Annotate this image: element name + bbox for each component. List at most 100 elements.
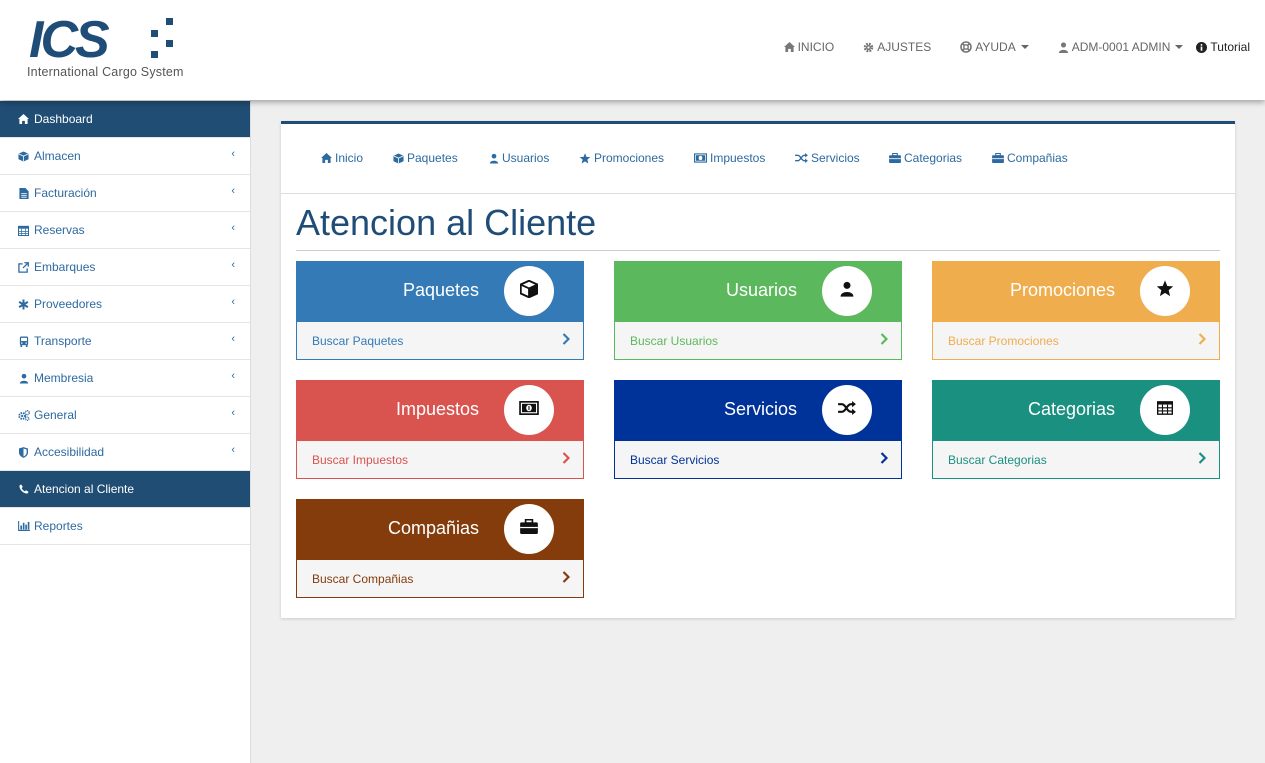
money-icon xyxy=(519,400,539,420)
card-categorias[interactable]: Categorias Buscar Categorias xyxy=(932,380,1220,479)
sidebar-item-dashboard[interactable]: Dashboard xyxy=(0,101,250,138)
home-icon xyxy=(783,42,795,52)
topnav-user-label: ADM-0001 ADMIN xyxy=(1071,40,1171,54)
chevron-right-icon xyxy=(880,451,889,469)
card-footer[interactable]: Buscar Compañias xyxy=(296,560,584,598)
card-header: Servicios xyxy=(614,380,902,441)
subnav-paquetes[interactable]: Paquetes xyxy=(393,151,458,165)
subnav-usuarios[interactable]: Usuarios xyxy=(489,151,549,165)
card-paquetes[interactable]: Paquetes Buscar Paquetes xyxy=(296,261,584,360)
card-icon-circle xyxy=(504,266,554,316)
subnav-label: Promociones xyxy=(594,151,665,165)
card-usuarios[interactable]: Usuarios Buscar Usuarios xyxy=(614,261,902,360)
logo-mark: ICS xyxy=(29,11,110,69)
topnav-user-dropdown[interactable]: ADM-0001 ADMIN xyxy=(1058,40,1184,54)
sidebar-item-accesibilidad[interactable]: Accesibilidad ‹ xyxy=(0,434,250,471)
random-icon xyxy=(795,153,808,163)
subnav-label: Compañias xyxy=(1007,151,1068,165)
sidebar-item-membresia[interactable]: Membresia ‹ xyxy=(0,360,250,397)
chevron-right-icon xyxy=(562,332,571,350)
sidebar-item-label: Membresia xyxy=(34,371,94,385)
card-icon-circle xyxy=(822,266,872,316)
card-link[interactable]: Buscar Compañias xyxy=(312,572,413,586)
card-icon-circle xyxy=(504,504,554,554)
chevron-left-icon: ‹ xyxy=(231,407,235,419)
chevron-left-icon: ‹ xyxy=(231,148,235,160)
user-icon xyxy=(1058,41,1069,53)
sidebar-item-proveedores[interactable]: Proveedores ‹ xyxy=(0,286,250,323)
cube-icon xyxy=(519,279,539,303)
bus-icon xyxy=(17,335,30,347)
sidebar: Dashboard Almacen ‹ Facturación ‹ Reserv… xyxy=(0,100,251,763)
card-impuestos[interactable]: Impuestos Buscar Impuestos xyxy=(296,380,584,479)
card-title: Impuestos xyxy=(395,399,479,419)
sidebar-item-embarques[interactable]: Embarques ‹ xyxy=(0,249,250,286)
bar-chart-icon xyxy=(17,521,30,531)
card-servicios[interactable]: Servicios Buscar Servicios xyxy=(614,380,902,479)
card-promociones[interactable]: Promociones Buscar Promociones xyxy=(932,261,1220,360)
topnav-inicio[interactable]: INICIO xyxy=(783,40,835,54)
sidebar-item-reportes[interactable]: Reportes xyxy=(0,508,250,545)
card-title: Categorias xyxy=(1027,399,1115,419)
chevron-left-icon: ‹ xyxy=(231,444,235,456)
card-link[interactable]: Buscar Paquetes xyxy=(312,334,403,348)
main-panel: Inicio Paquetes Usuarios Promociones Imp… xyxy=(281,121,1235,618)
phone-icon xyxy=(17,484,30,494)
card-title: Promociones xyxy=(1009,280,1115,300)
card-footer[interactable]: Buscar Paquetes xyxy=(296,322,584,360)
shield-icon xyxy=(17,446,30,458)
sidebar-item-almacen[interactable]: Almacen ‹ xyxy=(0,138,250,175)
card-header: Paquetes xyxy=(296,261,584,322)
subnav-servicios[interactable]: Servicios xyxy=(795,151,860,165)
cogs-icon xyxy=(17,409,30,421)
card-footer[interactable]: Buscar Promociones xyxy=(932,322,1220,360)
sidebar-item-reservas[interactable]: Reservas ‹ xyxy=(0,212,250,249)
card-header: Categorias xyxy=(932,380,1220,441)
gear-icon xyxy=(863,42,874,53)
topnav-tutorial[interactable]: Tutorial xyxy=(1196,40,1250,54)
card-link[interactable]: Buscar Impuestos xyxy=(312,453,408,467)
chevron-right-icon xyxy=(1198,332,1207,350)
card-footer[interactable]: Buscar Categorias xyxy=(932,441,1220,479)
page-title: Atencion al Cliente xyxy=(296,202,597,243)
card-header: Promociones xyxy=(932,261,1220,322)
sidebar-item-atencion-al-cliente[interactable]: Atencion al Cliente xyxy=(0,471,250,508)
card-footer[interactable]: Buscar Usuarios xyxy=(614,322,902,360)
user-icon xyxy=(489,153,499,164)
card-link[interactable]: Buscar Promociones xyxy=(948,334,1059,348)
subnav-label: Categorias xyxy=(904,151,963,165)
sidebar-item-facturacion[interactable]: Facturación ‹ xyxy=(0,175,250,212)
card-footer[interactable]: Buscar Servicios xyxy=(614,441,902,479)
brand-logo[interactable]: ICS International Cargo System xyxy=(27,14,187,84)
card-link[interactable]: Buscar Usuarios xyxy=(630,334,718,348)
sidebar-item-label: Reportes xyxy=(34,519,83,533)
sidebar-item-label: Reservas xyxy=(34,223,85,237)
card-icon-circle xyxy=(822,385,872,435)
life-ring-icon xyxy=(960,41,973,53)
subnav-impuestos[interactable]: Impuestos xyxy=(694,151,765,165)
topnav-ayuda-dropdown[interactable]: AYUDA xyxy=(960,40,1029,54)
sidebar-item-transporte[interactable]: Transporte ‹ xyxy=(0,323,250,360)
card-header: Compañias xyxy=(296,499,584,560)
subnav-companias[interactable]: Compañias xyxy=(992,151,1068,165)
subnav-categorias[interactable]: Categorias xyxy=(889,151,962,165)
topnav-ajustes[interactable]: AJUSTES xyxy=(863,40,931,54)
briefcase-icon xyxy=(992,153,1004,163)
sidebar-item-label: Proveedores xyxy=(34,297,103,311)
card-companias[interactable]: Compañias Buscar Compañias xyxy=(296,499,584,598)
sidebar-item-general[interactable]: General ‹ xyxy=(0,397,250,434)
subnav-promociones[interactable]: Promociones xyxy=(579,151,664,165)
sidebar-item-label: Facturación xyxy=(34,186,97,200)
caret-down-icon xyxy=(1175,45,1184,49)
card-header: Impuestos xyxy=(296,380,584,441)
info-circle-icon xyxy=(1196,41,1208,53)
chevron-left-icon: ‹ xyxy=(231,370,235,382)
briefcase-icon xyxy=(520,518,538,539)
subnav-inicio[interactable]: Inicio xyxy=(321,151,363,165)
home-icon xyxy=(17,114,30,124)
card-link[interactable]: Buscar Servicios xyxy=(630,453,719,467)
chevron-right-icon xyxy=(1198,451,1207,469)
card-link[interactable]: Buscar Categorias xyxy=(948,453,1047,467)
card-footer[interactable]: Buscar Impuestos xyxy=(296,441,584,479)
topnav-inicio-label: INICIO xyxy=(797,40,835,54)
